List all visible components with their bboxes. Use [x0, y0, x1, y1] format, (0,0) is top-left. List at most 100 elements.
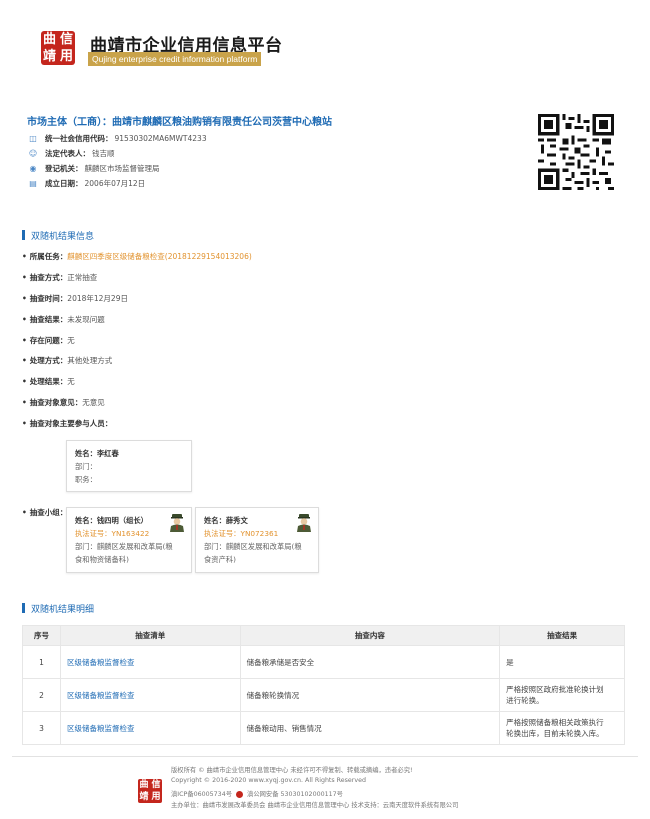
- police-record-link[interactable]: 滇公网安备 53030102000117号: [247, 791, 343, 798]
- section-title-text: 双随机结果明细: [31, 604, 95, 615]
- bullet: •: [22, 397, 27, 407]
- kv-label: 抽查时间：: [29, 293, 68, 303]
- kv-value: 2018年12月29日: [67, 293, 128, 303]
- team-member-dept: 部门：麒麟区发展和改革局(粮: [204, 542, 302, 551]
- bullet: •: [22, 314, 27, 324]
- kv-participants: • 抽查对象主要参与人员：: [22, 417, 112, 429]
- footer-logo-seal: 曲信 靖用: [138, 779, 162, 803]
- info-label: 登记机关：: [45, 164, 83, 173]
- kv-value: 正常抽查: [67, 272, 98, 282]
- kv-label: 处理方式：: [29, 355, 68, 365]
- bullet: •: [22, 293, 27, 303]
- bullet: •: [22, 507, 27, 517]
- kv-label: 抽查小组：: [29, 507, 68, 517]
- team-member-cert: 执法证号：YN072361: [204, 529, 279, 538]
- info-legal-rep: ☺ 法定代表人： 钱吉顺: [27, 147, 115, 160]
- info-value: 麒麟区市场监督管理局: [84, 164, 160, 173]
- th-no: 序号: [22, 625, 61, 646]
- section-title-results: 双随机结果信息: [22, 229, 95, 242]
- footer-sponsor: 主办单位：曲靖市发展改革委员会 曲靖市企业信用信息管理中心 技术支持：云南天度软…: [171, 802, 459, 809]
- footer-copyright-cn: 版权所有 © 曲靖市企业信用信息管理中心 未经许可不得复制、转载或摘编，违者必究…: [171, 767, 413, 774]
- bullet: •: [22, 251, 27, 261]
- team-member-cert: 执法证号：YN163422: [75, 529, 150, 538]
- calendar-icon: ▤: [29, 179, 37, 188]
- officer-avatar-icon: [170, 514, 184, 532]
- officer-avatar-icon: [297, 514, 311, 532]
- footer-icp: 滇ICP备06005734号 滇公网安备 53030102000117号: [171, 789, 343, 798]
- kv-value: 无: [67, 376, 75, 386]
- kv-handling-method: • 处理方式： 其他处理方式: [22, 354, 112, 366]
- kv-label: 抽查方式：: [29, 272, 68, 282]
- cell-content: 储备粮承储是否安全: [239, 645, 501, 679]
- cell-result: 是: [499, 645, 625, 679]
- results-detail-table: 序号 抽查清单 抽查内容 抽查结果 1 区级储备粮监督检查 储备粮承储是否安全 …: [22, 625, 625, 745]
- cell-result: 严格按照区政府批准轮换计划 进行轮换。: [499, 678, 625, 712]
- kv-result: • 抽查结果： 未发现问题: [22, 313, 105, 325]
- credit-code-icon: ◫: [29, 134, 37, 143]
- team-member-dept-cont: 食和物资储备科): [75, 555, 129, 564]
- info-credit-code: ◫ 统一社会信用代码： 91530302MA6MWT4233: [27, 132, 207, 145]
- qr-code: [538, 114, 614, 190]
- table-header-row: 序号 抽查清单 抽查内容 抽查结果: [22, 625, 625, 646]
- footer-divider: [12, 756, 638, 757]
- cell-item-link[interactable]: 区级储备粮监督检查: [59, 645, 241, 679]
- cell-item-link[interactable]: 区级储备粮监督检查: [59, 711, 241, 745]
- participant-dept: 部门：: [75, 462, 97, 471]
- seal-char: 信: [59, 32, 73, 47]
- kv-value: 其他处理方式: [67, 355, 113, 365]
- info-value: 91530302MA6MWT4233: [114, 134, 207, 143]
- section-bar: [22, 603, 25, 613]
- section-bar: [22, 230, 25, 240]
- site-logo-seal[interactable]: 曲 信 靖 用: [41, 31, 75, 65]
- kv-label: 抽查结果：: [29, 314, 68, 324]
- team-member-name: 姓名：钱四明（组长）: [75, 516, 148, 525]
- kv-value: 未发现问题: [67, 314, 105, 324]
- participant-card: 姓名：李红春 部门： 职务：: [66, 440, 192, 492]
- icp-link[interactable]: 滇ICP备06005734号: [171, 791, 232, 798]
- cell-no: 3: [22, 711, 61, 745]
- info-founded: ▤ 成立日期： 2006年07月12日: [27, 177, 145, 190]
- info-label: 统一社会信用代码：: [45, 134, 113, 143]
- footer-copyright-en: Copyright © 2016-2020 www.xyqj.gov.cn. A…: [171, 777, 366, 784]
- team-member-name: 姓名：薛秀文: [204, 516, 248, 525]
- cell-result: 严格按照储备粮相关政策执行 轮换出库，目前未轮换入库。: [499, 711, 625, 745]
- info-label: 法定代表人：: [45, 149, 90, 158]
- table-row: 1 区级储备粮监督检查 储备粮承储是否安全 是: [22, 645, 625, 679]
- kv-team: • 抽查小组：: [22, 506, 67, 518]
- kv-problems: • 存在问题：无: [22, 334, 75, 346]
- kv-value-task[interactable]: 麒麟区四季度区级储备粮检查(20181229154013206): [67, 251, 251, 262]
- cell-content: 储备粮动用、销售情况: [239, 711, 501, 745]
- kv-time: • 抽查时间： 2018年12月29日: [22, 292, 128, 304]
- kv-value: 无意见: [82, 397, 105, 407]
- team-member-dept: 部门：麒麟区发展和改革局(粮: [75, 542, 173, 551]
- kv-label: 抽查对象意见：: [29, 397, 83, 407]
- entity-title: 市场主体（工商）：曲靖市麒麟区粮油购销有限责任公司茨营中心粮站: [27, 113, 332, 128]
- cell-content: 储备粮轮换情况: [239, 678, 501, 712]
- th-result: 抽查结果: [499, 625, 625, 646]
- location-icon: ◉: [29, 164, 37, 173]
- bullet: •: [22, 335, 27, 345]
- site-subtitle-en: Qujing enterprise credit information pla…: [88, 52, 262, 66]
- participant-name: 姓名：李红春: [75, 449, 119, 458]
- team-member-dept-cont: 食资产科): [204, 555, 237, 564]
- seal-char: 曲: [42, 32, 56, 47]
- leader-badge: （组长）: [118, 516, 148, 525]
- section-title-text: 双随机结果信息: [31, 231, 95, 242]
- kv-handling-result: • 处理结果：无: [22, 375, 75, 387]
- info-authority: ◉ 登记机关： 麒麟区市场监督管理局: [27, 162, 160, 175]
- kv-task: • 所属任务： 麒麟区四季度区级储备粮检查(20181229154013206): [22, 250, 252, 262]
- team-member-card: 姓名：钱四明（组长） 执法证号：YN163422 部门：麒麟区发展和改革局(粮 …: [66, 507, 192, 573]
- seal-char: 靖: [42, 49, 56, 64]
- kv-label: 所属任务：: [29, 251, 68, 261]
- seal-char: 用: [59, 49, 73, 64]
- kv-method: • 抽查方式： 正常抽查: [22, 271, 97, 283]
- site-header: 曲 信 靖 用 曲靖市企业信用信息平台 Qujing enterprise cr…: [0, 0, 650, 80]
- entity-name: 曲靖市麒麟区粮油购销有限责任公司茨营中心粮站: [112, 117, 332, 128]
- cell-no: 2: [22, 678, 61, 712]
- cell-no: 1: [22, 645, 61, 679]
- kv-opinion: • 抽查对象意见： 无意见: [22, 396, 105, 408]
- cell-item-link[interactable]: 区级储备粮监督检查: [59, 678, 241, 712]
- th-item: 抽查清单: [59, 625, 241, 646]
- section-title-details: 双随机结果明细: [22, 602, 95, 615]
- kv-label: 处理结果：: [29, 376, 68, 386]
